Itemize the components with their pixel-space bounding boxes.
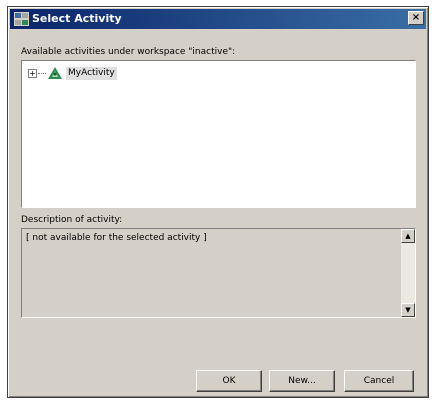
description-label: Description of activity: — [21, 215, 123, 225]
window-title: Select Activity — [32, 12, 122, 25]
app-icon — [14, 12, 29, 26]
select-activity-dialog: Select Activity × Available activities u… — [7, 6, 429, 398]
title-bar[interactable]: Select Activity × — [10, 9, 426, 29]
activity-icon — [48, 67, 62, 79]
activity-tree[interactable]: + MyActivity — [21, 60, 416, 208]
vertical-scrollbar[interactable]: ▲ ▼ — [401, 229, 415, 317]
description-text: [ not available for the selected activit… — [26, 233, 207, 243]
cancel-button[interactable]: Cancel — [344, 370, 414, 392]
tree-connector — [38, 73, 46, 74]
scroll-down-button[interactable]: ▼ — [401, 303, 415, 317]
close-icon: × — [411, 12, 421, 23]
close-button[interactable]: × — [408, 11, 424, 25]
scroll-up-button[interactable]: ▲ — [401, 229, 415, 243]
chevron-up-icon: ▲ — [405, 232, 411, 240]
chevron-down-icon: ▼ — [405, 306, 411, 314]
new-button[interactable]: New... — [269, 370, 335, 392]
activities-label: Available activities under workspace "in… — [21, 47, 236, 57]
ok-button[interactable]: OK — [196, 370, 262, 392]
expand-icon[interactable]: + — [28, 69, 37, 78]
description-box: [ not available for the selected activit… — [21, 228, 416, 318]
tree-node-label[interactable]: MyActivity — [66, 67, 117, 80]
